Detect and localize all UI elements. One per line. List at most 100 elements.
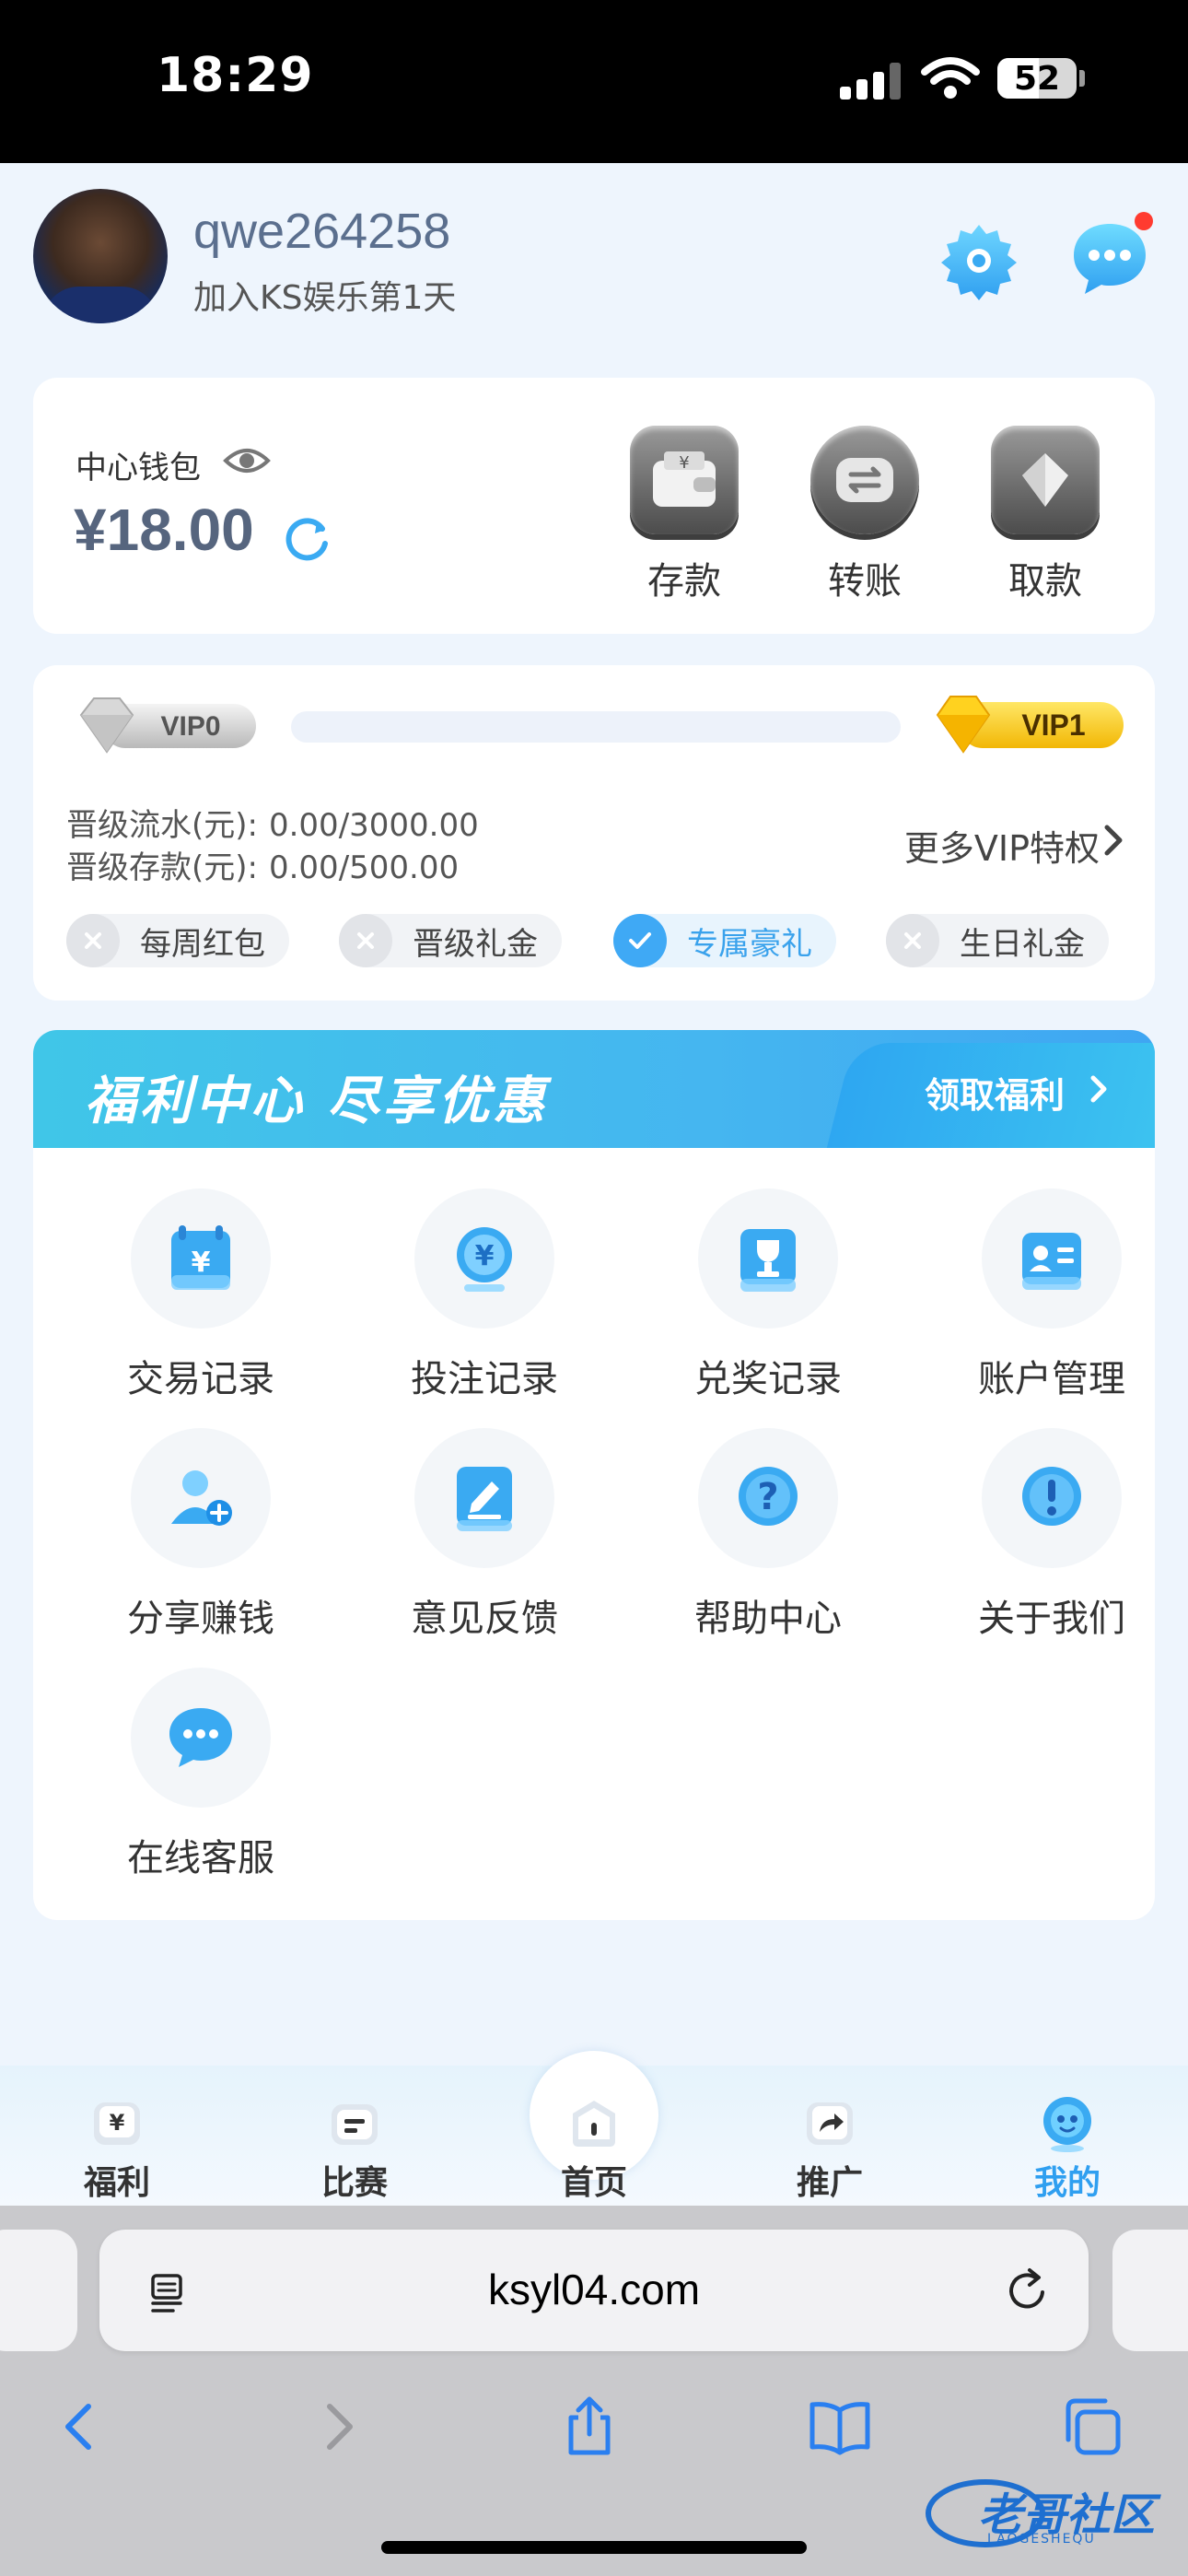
status-time: 18:29 [157, 48, 314, 103]
battery-percent: 52 [1013, 60, 1061, 98]
tab-promotion[interactable]: 推广 [761, 2093, 899, 2204]
yen-gift-icon: ¥ [94, 2102, 140, 2145]
tab-label: 首页 [560, 2164, 627, 2202]
share-earn-item[interactable]: 分享赚钱 [90, 1428, 311, 1642]
prize-record-icon [740, 1229, 796, 1292]
grid-label: 交易记录 [127, 1358, 274, 1400]
svg-text:¥: ¥ [475, 1240, 495, 1272]
tabs-icon[interactable] [1059, 2394, 1125, 2460]
tab-label: 比赛 [320, 2164, 388, 2202]
deposit-button[interactable]: ¥ 存款 [624, 426, 744, 604]
turnover-value: 0.00/3000.00 [268, 807, 479, 844]
wifi-icon [921, 57, 980, 99]
claim-welfare-link[interactable]: 领取福利 [925, 1067, 1065, 1118]
welfare-title: 福利中心 尽享优惠 [85, 1071, 549, 1131]
back-icon[interactable] [48, 2394, 114, 2460]
vip-card: VIP0 VIP1 晋级流水(元): 0.00/3000.00 晋级存款(元): 0… [33, 665, 1155, 1001]
eye-icon[interactable] [223, 440, 271, 481]
perk-exclusive-gift[interactable]: 专属豪礼 [613, 914, 836, 967]
turnover-label: 晋级流水(元): [66, 807, 258, 844]
deposit-stat-label: 晋级存款(元): [66, 849, 258, 886]
share-arrow-icon [807, 2102, 853, 2145]
prize-record-item[interactable]: 兑奖记录 [658, 1188, 879, 1402]
grid-label: 意见反馈 [411, 1598, 558, 1640]
grid-label: 在线客服 [127, 1837, 274, 1879]
bet-record-item[interactable]: ¥ 投注记录 [374, 1188, 595, 1402]
tab-mine[interactable]: 我的 [998, 2093, 1136, 2204]
tab-home[interactable]: 首页 [525, 2093, 663, 2204]
online-support-item[interactable]: 在线客服 [90, 1668, 311, 1881]
forward-icon[interactable] [304, 2394, 370, 2460]
svg-text:¥: ¥ [110, 2110, 125, 2136]
mascot-face-icon [1043, 2097, 1091, 2152]
vip-progress-bar [291, 711, 901, 743]
vip1-badge: VIP1 [936, 696, 1124, 754]
transfer-label: 转账 [828, 560, 902, 603]
gear-icon[interactable] [938, 219, 1020, 302]
transfer-icon [810, 426, 919, 534]
deposit-label: 存款 [647, 560, 721, 603]
x-icon [339, 914, 392, 967]
chat-support-icon [169, 1708, 232, 1767]
welfare-banner: 福利中心 尽享优惠 领取福利 [33, 1030, 1155, 1148]
cellular-signal-icon [840, 63, 903, 100]
perk-birthday-bonus[interactable]: 生日礼金 [886, 914, 1109, 967]
x-icon [886, 914, 939, 967]
perk-label: 生日礼金 [960, 925, 1085, 963]
share-earn-icon [171, 1470, 232, 1526]
username: qwe264258 [193, 204, 451, 259]
vip1-text: VIP1 [1021, 708, 1085, 742]
status-bar: 18:29 52 [0, 0, 1188, 163]
info-icon [1022, 1467, 1081, 1526]
avatar[interactable] [33, 189, 168, 323]
help-icon: ? [739, 1467, 798, 1526]
chevron-right-icon[interactable] [1089, 1071, 1111, 1107]
grid-label: 关于我们 [978, 1598, 1125, 1640]
reload-icon[interactable] [1004, 2266, 1052, 2314]
refresh-icon[interactable] [282, 514, 332, 564]
perk-label: 晋级礼金 [413, 925, 538, 963]
tab-label: 我的 [1033, 2164, 1101, 2202]
bookmarks-icon[interactable] [807, 2394, 873, 2460]
chevron-right-icon[interactable] [1101, 822, 1127, 859]
perk-weekly-redpacket[interactable]: 每周红包 [66, 914, 289, 967]
perk-upgrade-bonus[interactable]: 晋级礼金 [339, 914, 562, 967]
grid-label: 兑奖记录 [694, 1358, 842, 1400]
wallet-balance: ¥18.00 [74, 497, 254, 563]
prev-tab-preview[interactable] [0, 2230, 77, 2351]
wallet-card: 中心钱包 ¥18.00 ¥ 存款 转账 取款 [33, 378, 1155, 634]
next-tab-preview[interactable] [1112, 2230, 1188, 2351]
address-bar[interactable]: ksyl04.com [99, 2230, 1089, 2351]
transfer-button[interactable]: 转账 [805, 426, 925, 604]
join-days-text: 加入KS娱乐第1天 [193, 279, 457, 317]
battery-icon: 52 [997, 58, 1077, 99]
transaction-record-item[interactable]: ¥ 交易记录 [90, 1188, 311, 1402]
unread-badge [1135, 212, 1153, 230]
diamond-icon [991, 426, 1100, 534]
help-center-item[interactable]: ? 帮助中心 [658, 1428, 879, 1642]
home-indicator[interactable] [381, 2541, 807, 2554]
grid-label: 帮助中心 [694, 1598, 842, 1640]
more-vip-link[interactable]: 更多VIP特权 [904, 820, 1100, 871]
account-manage-item[interactable]: 账户管理 [941, 1188, 1162, 1402]
check-icon [613, 914, 667, 967]
url-text: ksyl04.com [487, 2266, 701, 2313]
tab-welfare[interactable]: ¥ 福利 [48, 2093, 186, 2204]
tab-matches[interactable]: 比赛 [285, 2093, 424, 2204]
svg-text:¥: ¥ [679, 453, 689, 473]
battery-tip [1079, 70, 1085, 87]
svg-text:¥: ¥ [192, 1247, 211, 1279]
vip0-text: VIP0 [160, 711, 220, 742]
feedback-item[interactable]: 意见反馈 [374, 1428, 595, 1642]
withdraw-button[interactable]: 取款 [985, 426, 1105, 604]
transaction-record-icon: ¥ [171, 1225, 230, 1290]
tab-label: 推广 [796, 2164, 863, 2202]
perk-label: 每周红包 [140, 925, 265, 963]
withdraw-label: 取款 [1008, 560, 1082, 603]
feedback-icon [457, 1467, 512, 1531]
watermark-subtext: LAOGESHEQU [987, 2532, 1096, 2547]
share-icon[interactable] [556, 2394, 623, 2460]
about-us-item[interactable]: 关于我们 [941, 1428, 1162, 1642]
grid-label: 账户管理 [978, 1358, 1125, 1400]
tab-label: 福利 [83, 2164, 150, 2202]
